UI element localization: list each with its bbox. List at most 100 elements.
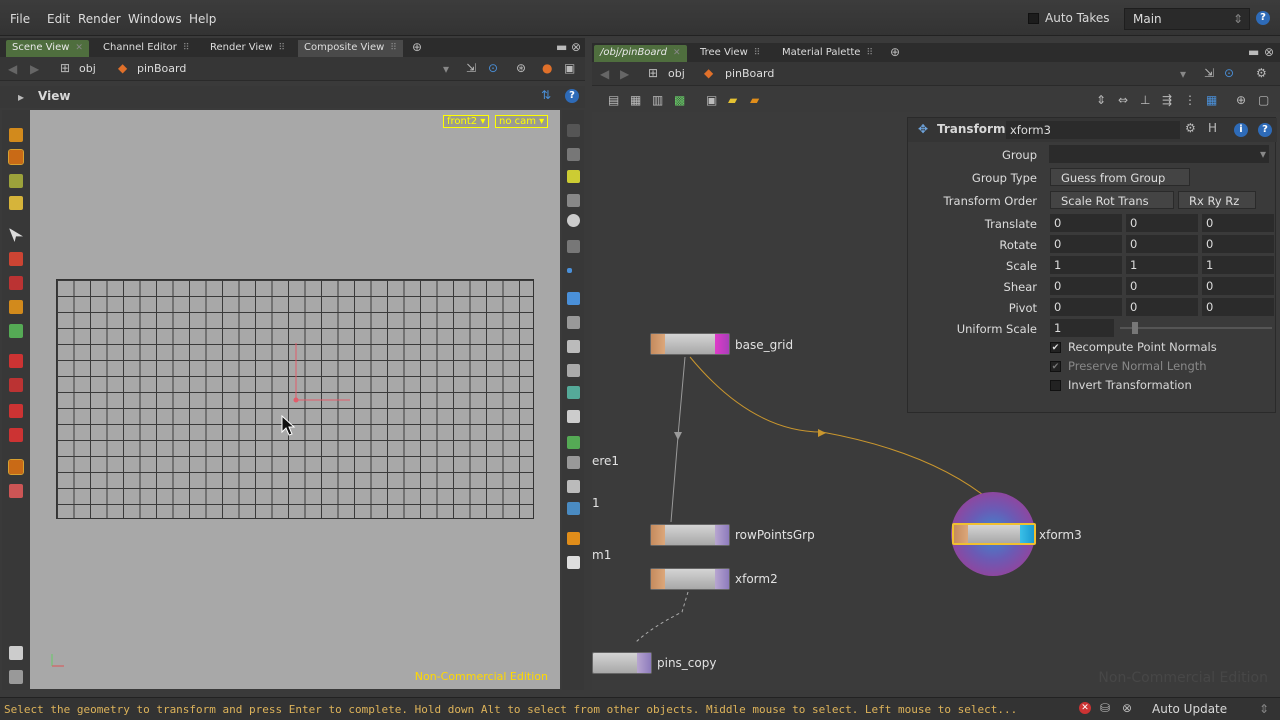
node-pins-copy[interactable]	[592, 652, 652, 674]
back-icon[interactable]: ◀	[600, 67, 609, 81]
rotate-z[interactable]: 0	[1202, 235, 1274, 253]
help-icon[interactable]: ?	[1256, 11, 1270, 25]
node-label-xform3[interactable]: xform3	[1039, 528, 1082, 542]
color-icon[interactable]: ▰	[750, 93, 759, 107]
node-bypass-flag[interactable]	[651, 569, 665, 589]
wireframe-icon[interactable]	[567, 194, 580, 207]
pivot-x[interactable]: 0	[1050, 298, 1122, 316]
shear-x[interactable]: 0	[1050, 277, 1122, 295]
translate-y[interactable]: 0	[1126, 214, 1198, 232]
rotation-order-menu[interactable]: Rx Ry Rz	[1178, 191, 1256, 209]
scale-y[interactable]: 1	[1126, 256, 1198, 274]
node-label-base-grid[interactable]: base_grid	[735, 338, 793, 352]
node-bypass-flag[interactable]	[651, 525, 665, 545]
grid-display-icon[interactable]	[567, 532, 580, 545]
menu-help[interactable]: Help	[189, 12, 216, 26]
dropdown-icon[interactable]: ▾	[443, 62, 449, 76]
tab-composite-view[interactable]: Composite View ⠿	[298, 40, 403, 57]
rotate-icon[interactable]	[9, 276, 23, 290]
pin-icon[interactable]: ⠿	[183, 43, 190, 53]
node-xform2[interactable]	[650, 568, 730, 590]
magnet2-icon[interactable]	[9, 378, 23, 392]
display-icon[interactable]	[567, 124, 580, 137]
close-icon[interactable]: ✕	[673, 48, 681, 58]
shelf-icon[interactable]	[9, 646, 23, 660]
auto-update-label[interactable]: Auto Update	[1152, 702, 1227, 716]
breadcrumb-obj[interactable]: obj	[668, 67, 685, 80]
translate-z[interactable]: 0	[1202, 214, 1274, 232]
scene-viewport[interactable]: front2 ▾ no cam ▾ Non-Commercial Edition	[30, 110, 560, 689]
recompute-normals-toggle[interactable]: ✔ Recompute Point Normals	[1050, 340, 1217, 354]
pin-icon[interactable]: ⠿	[390, 43, 397, 53]
back-icon[interactable]: ◀	[8, 62, 17, 76]
help-icon[interactable]: ?	[565, 89, 579, 103]
uniform-scale-field[interactable]: 1	[1050, 319, 1114, 337]
node-base-grid[interactable]	[650, 333, 730, 355]
tree-layout-icon[interactable]: ⊥	[1140, 93, 1150, 107]
shading-icon[interactable]	[567, 214, 580, 227]
performance-icon[interactable]: ⊗	[1122, 701, 1132, 715]
pivot-z[interactable]: 0	[1202, 298, 1274, 316]
houdini-icon[interactable]: H	[1208, 121, 1217, 135]
table-icon[interactable]: ▦	[630, 93, 641, 107]
magnet3-icon[interactable]	[9, 404, 23, 418]
scene-icon[interactable]	[567, 386, 580, 399]
pin-icon[interactable]: ⇲	[1204, 66, 1214, 80]
close-icon[interactable]: ✕	[75, 43, 83, 53]
node-label-partial[interactable]: m1	[592, 548, 611, 562]
tab-channel-editor[interactable]: Channel Editor ⠿	[97, 40, 195, 57]
add-tab-icon[interactable]: ⊕	[412, 40, 422, 54]
list-icon[interactable]: ▤	[608, 93, 619, 107]
preserve-normal-length-checkbox[interactable]: ✔	[1050, 360, 1061, 372]
menu-edit[interactable]: Edit	[47, 12, 70, 26]
node-display-flag[interactable]	[715, 569, 729, 589]
forward-icon[interactable]: ▶	[30, 62, 39, 76]
template-icon[interactable]	[567, 340, 580, 353]
node-display-flag[interactable]	[715, 334, 729, 354]
shear-y[interactable]: 0	[1126, 277, 1198, 295]
node-label-pins-copy[interactable]: pins_copy	[657, 656, 716, 670]
breadcrumb-pinboard[interactable]: pinBoard	[137, 62, 186, 75]
visible-icon[interactable]	[567, 364, 580, 377]
pin-icon[interactable]: ⠿	[279, 43, 286, 53]
tab-network-editor[interactable]: /obj/pinBoard ✕	[594, 45, 687, 62]
node-display-flag[interactable]	[637, 653, 651, 673]
scale-z[interactable]: 1	[1202, 256, 1274, 274]
network-grid-icon[interactable]: ▦	[1206, 93, 1217, 107]
snap-icon[interactable]: ⊛	[516, 61, 526, 75]
display-options-icon[interactable]: ⇅	[541, 88, 551, 102]
menu-windows[interactable]: Windows	[128, 12, 182, 26]
pin-icon[interactable]: ⠿	[866, 48, 873, 58]
thumbnail-icon[interactable]: ▢	[1258, 93, 1269, 107]
maximize-icon[interactable]: ▬	[556, 40, 567, 54]
render-icon[interactable]: ●	[542, 61, 552, 75]
menu-file[interactable]: File	[10, 12, 30, 26]
tumble-icon[interactable]	[9, 174, 23, 188]
flipbook-icon[interactable]	[567, 480, 580, 493]
auto-takes-checkbox[interactable]	[1028, 12, 1039, 24]
recompute-normals-checkbox[interactable]: ✔	[1050, 341, 1061, 353]
uniform-scale-slider[interactable]	[1120, 327, 1272, 329]
view-tool-icon[interactable]	[8, 149, 24, 165]
chevron-updown-icon[interactable]: ⇕	[1259, 702, 1269, 716]
scale-x[interactable]: 1	[1050, 256, 1122, 274]
node-display-flag[interactable]	[715, 525, 729, 545]
add-tab-icon[interactable]: ⊕	[890, 45, 900, 59]
tab-scene-view[interactable]: Scene View ✕	[6, 40, 89, 57]
grid-toggle-icon[interactable]	[567, 410, 580, 423]
node-label-partial[interactable]: ere1	[592, 454, 619, 468]
display-icon[interactable]: ▣	[564, 61, 575, 75]
translate-x[interactable]: 0	[1050, 214, 1122, 232]
node-bypass-flag[interactable]	[651, 334, 665, 354]
rotate-x[interactable]: 0	[1050, 235, 1122, 253]
magnet4-icon[interactable]	[9, 428, 23, 442]
handle-tool-icon[interactable]	[9, 196, 23, 210]
collapse-icon[interactable]: ▸	[18, 90, 24, 104]
pivot-y[interactable]: 0	[1126, 298, 1198, 316]
group-field[interactable]	[1049, 145, 1269, 163]
pin-icon[interactable]: ⇲	[466, 61, 476, 75]
tab-tree-view[interactable]: Tree View ⠿	[694, 45, 766, 62]
cache-icon[interactable]: ⛁	[1100, 701, 1110, 715]
node-xform3[interactable]	[952, 523, 1036, 545]
move-icon[interactable]	[9, 252, 23, 266]
